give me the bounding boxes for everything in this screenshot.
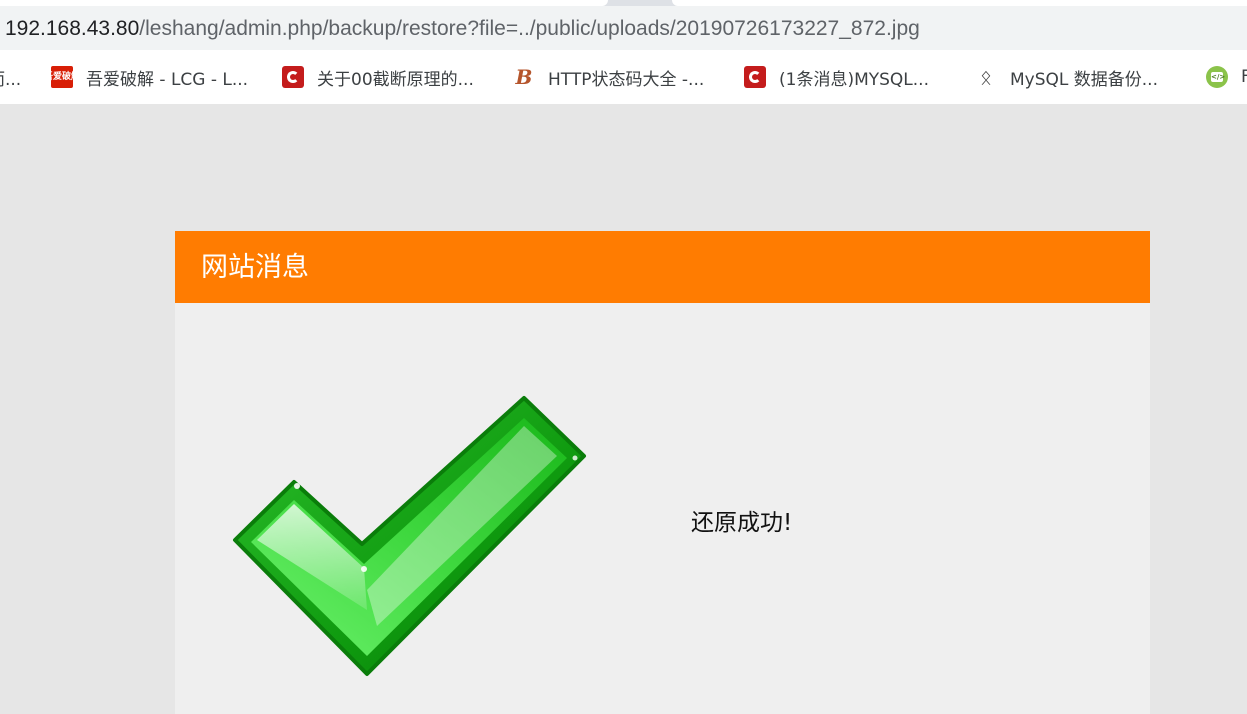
bookmark-label: F <box>1241 67 1247 87</box>
bookmark-item-csdn-2[interactable]: (1条消息)MYSQL... <box>744 65 929 90</box>
url-text[interactable]: 192.168.43.80/leshang/admin.php/backup/r… <box>5 16 920 42</box>
bookmark-label: 关于00截断原理的... <box>317 69 474 90</box>
bookmark-item-http[interactable]: B HTTP状态码大全 -... <box>513 65 705 90</box>
bookmarks-bar: 而... 吾爱破解 吾爱破解 - LCG - L... 关于00截断原理的...… <box>0 50 1247 104</box>
csdn-icon <box>744 66 766 88</box>
csdn-icon <box>282 66 304 88</box>
message-title: 网站消息 <box>201 252 309 283</box>
mysql-dolphin-icon: ᛟ <box>980 65 992 89</box>
bookmark-label: 而... <box>0 69 22 90</box>
message-text: 还原成功! <box>691 510 793 536</box>
bookmark-label: HTTP状态码大全 -... <box>548 69 705 90</box>
url-path: /leshang/admin.php/backup/restore?file=.… <box>139 17 920 40</box>
b-logo-icon: B <box>515 65 533 89</box>
address-bar[interactable]: 192.168.43.80/leshang/admin.php/backup/r… <box>0 6 1247 50</box>
browser-chrome: 192.168.43.80/leshang/admin.php/backup/r… <box>0 0 1247 104</box>
message-box: 网站消息 还原成功! <box>175 231 1150 714</box>
bookmark-item-code[interactable]: </> F <box>1206 65 1247 89</box>
52pojie-icon: 吾爱破解 <box>44 66 80 88</box>
bookmark-label: (1条消息)MYSQL... <box>779 69 929 90</box>
52pojie-icon-text: 吾爱破解 <box>44 72 81 82</box>
bookmark-label: 吾爱破解 - LCG - L... <box>86 69 249 90</box>
bookmark-item-52pojie[interactable]: 吾爱破解 吾爱破解 - LCG - L... <box>44 65 249 90</box>
bookmark-item-0[interactable]: 而... <box>0 65 22 90</box>
code-icon: </> <box>1206 66 1228 88</box>
success-check-icon <box>233 396 586 676</box>
bookmark-item-csdn-1[interactable]: 关于00截断原理的... <box>282 65 474 90</box>
bookmark-label: MySQL 数据备份... <box>1010 69 1158 90</box>
bookmark-item-mysql[interactable]: ᛟ MySQL 数据备份... <box>975 65 1158 90</box>
url-host: 192.168.43.80 <box>5 17 140 40</box>
message-header: 网站消息 <box>175 231 1150 303</box>
